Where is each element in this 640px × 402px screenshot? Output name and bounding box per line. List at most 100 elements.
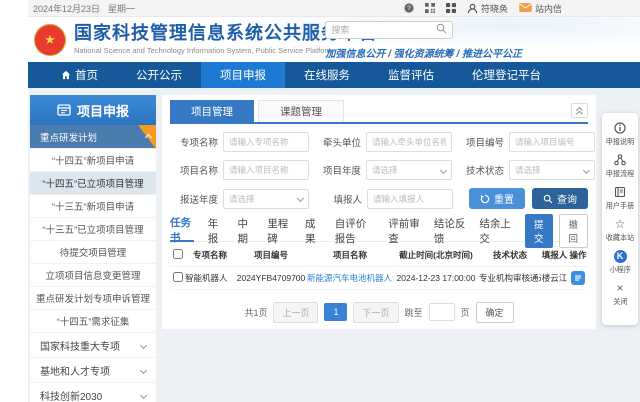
cell-project-code: 2024YFB4709700 <box>235 266 307 289</box>
double-chevron-up-icon <box>575 106 584 116</box>
cell-filler: 楼云江 <box>541 266 568 289</box>
select-all-checkbox[interactable] <box>173 249 183 259</box>
user-manual-item[interactable]: 用户手册 <box>602 182 638 214</box>
chevron-down-icon <box>140 341 147 348</box>
qrcode-icon[interactable] <box>425 3 435 13</box>
search-icon[interactable] <box>436 21 447 39</box>
nav-label-home: 首页 <box>75 67 98 83</box>
project-name-input[interactable] <box>223 160 309 180</box>
declare-process-item[interactable]: 申报流程 <box>602 150 638 182</box>
home-icon <box>61 70 71 80</box>
filler-field: 填报人 <box>314 189 454 209</box>
subtab-midterm[interactable]: 中期 <box>237 220 253 242</box>
nav-item-project-declare[interactable]: 项目申报 <box>201 62 285 88</box>
nav-item-public-notice[interactable]: 公开公示 <box>117 62 201 88</box>
subtab-self-evaluation[interactable]: 自评价报告 <box>335 220 374 242</box>
nav-item-online-service[interactable]: 在线服务 <box>285 62 369 88</box>
mini-program-icon: K <box>614 249 627 263</box>
sidebar-group-base-talent[interactable]: 基地和人才专项 <box>30 358 156 383</box>
col-filler: 填报人 <box>541 245 568 266</box>
col-operation: 操作 <box>568 245 588 266</box>
sidebar-group-key-rd-plan[interactable]: 重点研发计划 <box>30 125 156 149</box>
cell-special-name: 智能机器人 <box>185 266 235 289</box>
sidebar-item-pending-submit[interactable]: 待提交项目管理 <box>30 241 156 264</box>
user-account[interactable]: 符晓奂 <box>467 1 508 15</box>
project-year-field: 项目年度 请选择 <box>313 160 452 180</box>
tab-subject-mgmt[interactable]: 课题管理 <box>258 100 344 122</box>
subtab-pre-review[interactable]: 评前审查 <box>388 220 420 242</box>
subtab-annual-report[interactable]: 年报 <box>208 220 224 242</box>
sidebar-item-info-change[interactable]: 立项项目信息变更管理 <box>30 264 156 287</box>
submit-button[interactable]: 提交 <box>525 214 553 248</box>
sidebar-item-135-new-apply[interactable]: “十三五”新项目申请 <box>30 195 156 218</box>
current-page-button[interactable]: 1 <box>324 303 347 321</box>
withdraw-button[interactable]: 撤回 <box>559 214 589 248</box>
jump-confirm-button[interactable]: 确定 <box>476 302 514 323</box>
sidebar-group-sci-innovation[interactable]: 科技创新2030 <box>30 383 156 402</box>
site-wrapper: 2024年12月23日 星期一 ? 符晓奂 站内信 ★ 国家科技管理信息系统 <box>28 0 640 402</box>
subtab-milestone[interactable]: 里程碑 <box>267 220 291 242</box>
collapse-filter-button[interactable] <box>571 103 588 118</box>
report-year-field: 报送年度 请选择 <box>170 189 310 209</box>
mini-program-item[interactable]: K 小程序 <box>602 246 638 278</box>
col-tech-status: 技术状态 <box>479 245 541 266</box>
tab-project-mgmt[interactable]: 项目管理 <box>170 100 254 122</box>
project-code-input[interactable] <box>509 132 595 152</box>
prev-page-button[interactable]: 上一页 <box>273 302 318 323</box>
row-action-button[interactable] <box>571 271 585 285</box>
pagination: 共1页 上一页 1 下一页 跳至 页 确定 <box>170 302 588 323</box>
header-slogan: 加强信息公开 / 强化资源统筹 / 推进公平公正 <box>325 45 522 60</box>
table-header-row: 专项名称 项目编号 项目名称 截止时间(北京时间) 技术状态 填报人 操作 <box>170 245 588 266</box>
sidebar-item-appeal-mgmt[interactable]: 重点研发计划专项申诉管理 <box>30 287 156 310</box>
col-deadline: 截止时间(北京时间) <box>393 245 479 266</box>
subtab-conclusion-feedback[interactable]: 结论反馈 <box>434 220 466 242</box>
apps-grid-icon[interactable] <box>446 3 456 13</box>
subtab-achievements[interactable]: 成果 <box>305 220 321 242</box>
next-page-button[interactable]: 下一页 <box>353 302 398 323</box>
tech-status-select[interactable]: 请选择 <box>509 160 595 180</box>
site-mail-link[interactable]: 站内信 <box>519 2 562 15</box>
info-icon <box>614 121 626 135</box>
col-project-name: 项目名称 <box>307 245 393 266</box>
nav-item-supervision[interactable]: 监督评估 <box>369 62 453 88</box>
sidebar-item-145-demand-collect[interactable]: “十四五”需求征集 <box>30 310 156 333</box>
row-checkbox[interactable] <box>173 272 183 282</box>
report-year-select[interactable]: 请选择 <box>223 189 309 209</box>
filler-input[interactable] <box>367 189 453 209</box>
query-button[interactable]: 查询 <box>532 188 588 209</box>
special-name-field: 专项名称 <box>170 132 309 152</box>
special-name-input[interactable] <box>223 132 309 152</box>
close-toolbar-item[interactable]: × 关闭 <box>602 278 638 310</box>
stage-tabs: 任务书 年报 中期 里程碑 成果 自评价报告 评前审查 结论反馈 结余上交 提交… <box>170 220 588 242</box>
tech-status-field: 技术状态 请选择 <box>456 160 595 180</box>
user-icon <box>467 1 478 15</box>
search-input[interactable] <box>331 25 436 35</box>
page-body: 项目申报 重点研发计划 “十四五”新项目申请 “十四五”已立项项目管理 “十三五… <box>28 88 640 402</box>
help-icon[interactable]: ? <box>404 3 414 13</box>
sidebar-item-145-approved-mgmt[interactable]: “十四五”已立项项目管理 <box>30 172 156 195</box>
lead-unit-input[interactable] <box>366 132 452 152</box>
sidebar-item-135-approved-mgmt[interactable]: “十三五”已立项项目管理 <box>30 218 156 241</box>
site-header: ★ 国家科技管理信息系统公共服务平台 National Science and … <box>28 17 640 62</box>
project-name-link[interactable]: 新能源汽车电池机器人化… <box>307 273 393 283</box>
subtab-surplus-return[interactable]: 结余上交 <box>479 220 511 242</box>
jump-page-input[interactable] <box>429 303 455 321</box>
mail-icon <box>519 3 532 14</box>
project-year-select[interactable]: 请选择 <box>366 160 452 180</box>
site-search[interactable] <box>325 21 453 39</box>
sidebar: 项目申报 重点研发计划 “十四五”新项目申请 “十四五”已立项项目管理 “十三五… <box>30 95 156 402</box>
sidebar-item-145-new-apply[interactable]: “十四五”新项目申请 <box>30 149 156 172</box>
page-total: 共1页 <box>244 306 267 319</box>
chevron-down-icon <box>297 195 304 202</box>
sidebar-group-major-special[interactable]: 国家科技重大专项 <box>30 333 156 358</box>
project-code-field: 项目编号 <box>456 132 595 152</box>
declare-instructions-item[interactable]: 申报说明 <box>602 118 638 150</box>
search-icon <box>543 194 553 204</box>
chevron-down-icon <box>140 391 147 398</box>
nav-item-home[interactable]: 首页 <box>42 62 117 88</box>
subtab-task-book[interactable]: 任务书 <box>170 220 194 242</box>
reset-button[interactable]: 重置 <box>469 188 525 209</box>
nav-item-ethics-platform[interactable]: 伦理登记平台 <box>453 62 560 88</box>
float-toolbar: 申报说明 申报流程 用户手册 ☆ 收藏本站 K 小程序 <box>602 113 638 325</box>
bookmark-site-item[interactable]: ☆ 收藏本站 <box>602 214 638 246</box>
